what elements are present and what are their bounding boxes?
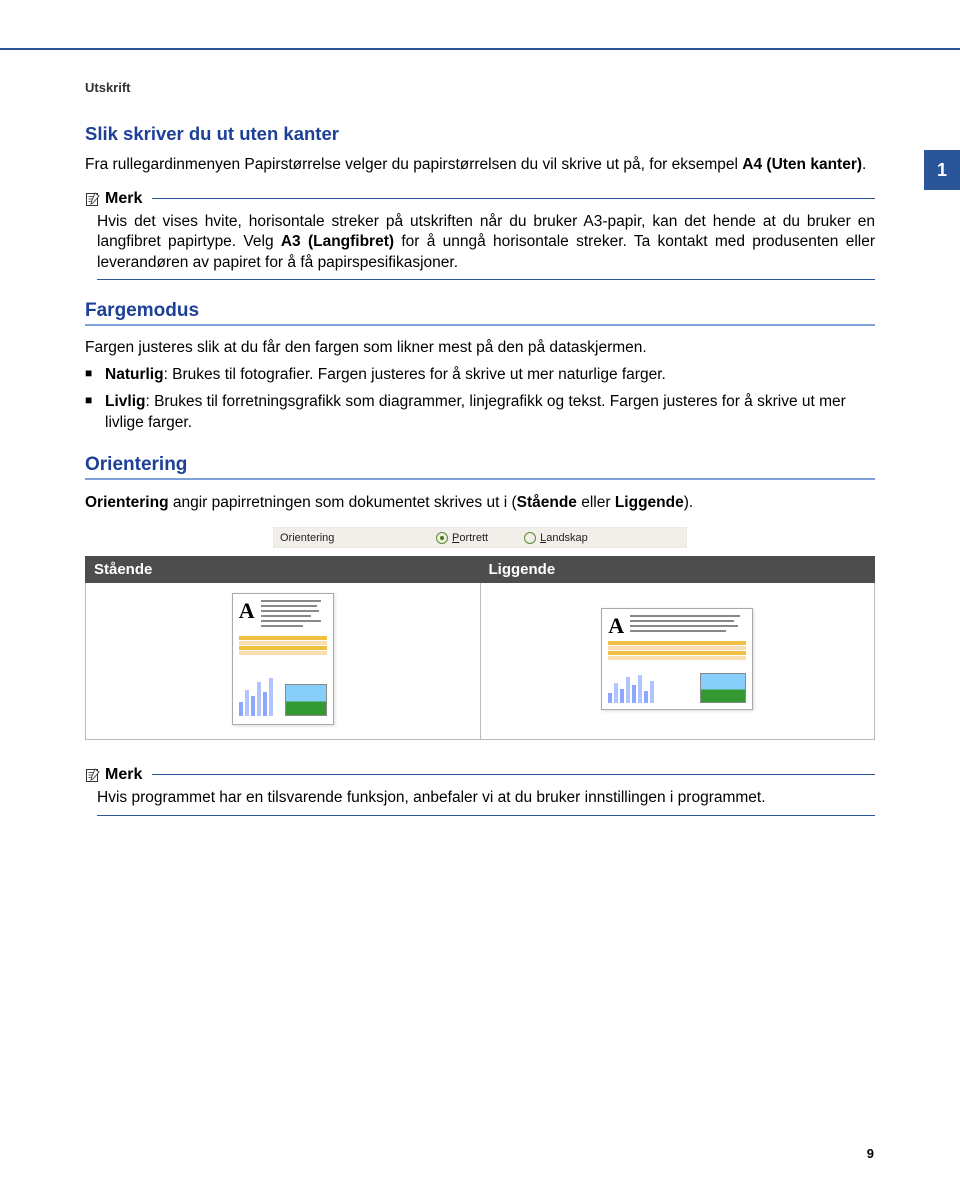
orientation-table: Stående Liggende A: [85, 556, 875, 740]
orient-post: ).: [684, 494, 693, 511]
orient-opt2: Liggende: [615, 494, 684, 511]
radio-opt1-text: Portrett: [452, 532, 488, 544]
orient-col1: Stående: [86, 557, 481, 583]
radio-option-landscape[interactable]: Landskap: [524, 532, 588, 544]
orientation-radio-screenshot: Orientering Portrett Landskap: [273, 527, 687, 548]
note-icon: [85, 191, 101, 207]
note-icon: [85, 767, 101, 783]
orientering-sentence: Orientering angir papirretningen som dok…: [85, 494, 875, 512]
note-body-1: Hvis det vises hvite, horisontale streke…: [97, 212, 875, 280]
top-rule: [0, 48, 960, 50]
borderless-body-suffix: .: [862, 156, 866, 173]
borderless-option: A4 (Uten kanter): [742, 156, 862, 173]
fargemodus-item-text-1: : Brukes til forretningsgrafikk som diag…: [105, 393, 846, 431]
note-block-1: Merk Hvis det vises hvite, horisontale s…: [85, 190, 875, 280]
orient-mid: angir papirretningen som dokumentet skri…: [169, 494, 517, 511]
landscape-preview-icon: A: [601, 608, 753, 710]
note-body-2: Hvis programmet har en tilsvarende funks…: [97, 788, 875, 815]
note-block-2: Merk Hvis programmet har en tilsvarende …: [85, 766, 875, 815]
borderless-body-prefix: Fra rullegardinmenyen Papirstørrelse vel…: [85, 156, 742, 173]
landscape-cell: A: [480, 583, 875, 740]
heading-orientering: Orientering: [85, 454, 875, 480]
orient-col2: Liggende: [480, 557, 875, 583]
radio-opt2-text: Landskap: [540, 532, 588, 544]
radio-option-portrait[interactable]: Portrett: [436, 532, 488, 544]
chapter-tab: 1: [924, 150, 960, 190]
chapter-number: 1: [937, 160, 947, 181]
heading-fargemodus: Fargemodus: [85, 300, 875, 326]
page-number: 9: [867, 1146, 874, 1161]
heading-borderless: Slik skriver du ut uten kanter: [85, 123, 875, 145]
radio-dot-icon: [524, 532, 536, 544]
list-item: Naturlig: Brukes til fotografier. Fargen…: [85, 365, 875, 386]
note-rule-1: [152, 198, 875, 200]
section-label: Utskrift: [85, 80, 875, 95]
note-header-1: Merk: [85, 190, 875, 208]
note1-bold: A3 (Langfibret): [281, 233, 394, 250]
fargemodus-list: Naturlig: Brukes til fotografier. Fargen…: [85, 365, 875, 434]
note-label-2: Merk: [105, 766, 142, 784]
orient-or: eller: [577, 494, 615, 511]
page-content: Utskrift Slik skriver du ut uten kanter …: [85, 80, 875, 826]
radio-dot-selected-icon: [436, 532, 448, 544]
orient-pre: Orientering: [85, 494, 169, 511]
note-header-2: Merk: [85, 766, 875, 784]
list-item: Livlig: Brukes til forretningsgrafikk so…: [85, 392, 875, 434]
note-label-1: Merk: [105, 190, 142, 208]
radio-group-label: Orientering: [280, 532, 400, 544]
fargemodus-intro: Fargen justeres slik at du får den farge…: [85, 338, 875, 359]
fargemodus-item-label-0: Naturlig: [105, 366, 164, 383]
portrait-cell: A: [86, 583, 481, 740]
portrait-preview-icon: A: [232, 593, 334, 725]
note-rule-2: [152, 774, 875, 776]
fargemodus-item-text-0: : Brukes til fotografier. Fargen justere…: [164, 366, 666, 383]
borderless-body: Fra rullegardinmenyen Papirstørrelse vel…: [85, 155, 875, 176]
fargemodus-item-label-1: Livlig: [105, 393, 145, 410]
orient-opt1: Stående: [517, 494, 577, 511]
